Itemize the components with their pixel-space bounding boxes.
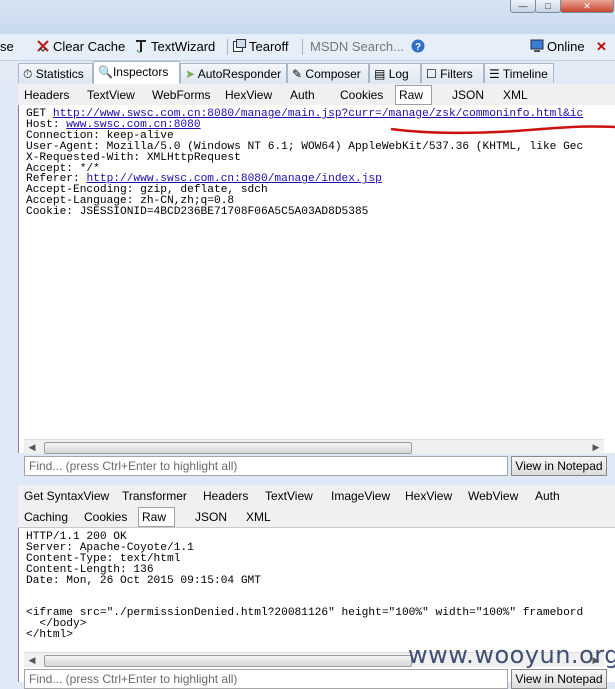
tearoff-icon: [233, 39, 246, 52]
scroll-left-arrow[interactable]: ◀: [26, 653, 38, 667]
request-raw-pane[interactable]: GET http://www.swsc.com.cn:8080/manage/m…: [18, 105, 615, 453]
tab-statistics[interactable]: ⏱ Statistics: [18, 63, 93, 83]
lightning-icon: ➤: [185, 67, 196, 81]
tab-label: Composer: [305, 67, 361, 81]
tab-filters[interactable]: ☐ Filters: [421, 63, 484, 83]
clear-cache-button[interactable]: Clear Cache: [36, 39, 125, 55]
resp-tab-hexview[interactable]: HexView: [405, 487, 452, 505]
maximize-button[interactable]: □: [535, 0, 561, 13]
response-find-input[interactable]: Find... (press Ctrl+Enter to highlight a…: [24, 669, 508, 689]
close-icon[interactable]: ✕: [596, 39, 607, 55]
tab-autoresponder[interactable]: ➤ AutoResponder: [180, 63, 287, 83]
response-html-close: </html>: [26, 629, 73, 642]
red-underline-annotation: [390, 125, 615, 135]
resp-tab-raw[interactable]: Raw: [138, 507, 176, 527]
pencil-icon: ✎: [292, 67, 303, 81]
help-icon-glyph: ?: [411, 39, 425, 53]
tab-inspectors[interactable]: 🔍Inspectors: [93, 61, 180, 84]
window-titlebar: — □ ✕: [0, 0, 615, 34]
stopwatch-icon: ⏱: [23, 67, 33, 81]
resp-tab-imageview[interactable]: ImageView: [331, 487, 390, 505]
req-tab-xml[interactable]: XML: [503, 86, 528, 104]
msdn-search-box[interactable]: MSDN Search...: [310, 39, 404, 55]
response-iframe-line: <iframe src="./permissionDenied.html?200…: [26, 607, 584, 620]
scroll-left-arrow[interactable]: ◀: [26, 440, 38, 454]
help-icon[interactable]: ?: [411, 39, 428, 55]
tab-label: Statistics: [35, 67, 84, 81]
online-status[interactable]: Online: [530, 39, 585, 55]
response-subtabs-row1: Get SyntaxView Transformer Headers TextV…: [18, 485, 615, 507]
req-tab-raw[interactable]: Raw: [395, 85, 433, 105]
response-date: Date: Mon, 26 Oct 2015 09:15:04 GMT: [26, 574, 261, 587]
response-text: HTTP/1.1 200 OK Server: Apache-Coyote/1.…: [26, 531, 584, 642]
req-tab-headers[interactable]: Headers: [24, 86, 69, 104]
header-cookie: Cookie: JSESSIONID=4BCD236BE71708F06A5C5…: [26, 206, 369, 219]
magnifier-icon: 🔍: [98, 65, 113, 79]
tab-label: Inspectors: [112, 65, 169, 79]
close-window-button[interactable]: ✕: [560, 0, 614, 13]
main-tabstrip: ⏱ Statistics 🔍Inspectors ➤ AutoResponder…: [0, 61, 615, 84]
online-label: Online: [547, 39, 585, 54]
tab-label: Timeline: [502, 67, 548, 81]
scroll-thumb[interactable]: [44, 655, 412, 667]
textwizard-icon: [136, 40, 146, 53]
req-tab-cookies[interactable]: Cookies: [340, 86, 383, 104]
request-hscrollbar[interactable]: ◀ ▶: [24, 439, 604, 454]
watermark: www.wooyun.org: [408, 641, 615, 669]
network-icon: [530, 39, 544, 52]
scroll-thumb[interactable]: [44, 442, 412, 454]
toolbar-separator: [302, 39, 303, 55]
log-icon: ▤: [374, 67, 386, 81]
tab-timeline[interactable]: ☰ Timeline: [484, 63, 554, 83]
toolbar-separator: [227, 39, 228, 55]
response-subtabs-row2: Caching Cookies Raw JSON XML: [18, 506, 615, 528]
left-edge-strip: [0, 84, 18, 682]
tearoff-label: Tearoff: [249, 39, 289, 54]
textwizard-label: TextWizard: [151, 39, 216, 54]
resp-tab-transformer[interactable]: Transformer: [122, 487, 187, 505]
resp-tab-json[interactable]: JSON: [195, 508, 227, 526]
tab-composer[interactable]: ✎ Composer: [287, 63, 369, 83]
tab-label: AutoResponder: [197, 67, 282, 81]
request-find-input[interactable]: Find... (press Ctrl+Enter to highlight a…: [24, 456, 508, 476]
resp-tab-cookies[interactable]: Cookies: [84, 508, 127, 526]
minimize-button[interactable]: —: [510, 0, 536, 13]
resp-tab-webview[interactable]: WebView: [468, 487, 518, 505]
resp-tab-caching[interactable]: Caching: [24, 508, 68, 526]
toolbar-truncated-item[interactable]: se: [0, 39, 14, 55]
req-tab-textview[interactable]: TextView: [87, 86, 135, 104]
req-tab-auth[interactable]: Auth: [290, 86, 315, 104]
checkbox-icon: ☐: [426, 67, 437, 81]
resp-tab-headers[interactable]: Headers: [203, 487, 248, 505]
req-tab-json[interactable]: JSON: [452, 86, 484, 104]
tab-label: Log: [388, 67, 409, 81]
textwizard-button[interactable]: TextWizard: [134, 39, 215, 55]
main-toolbar: se Clear Cache TextWizard Tearoff MSDN S…: [0, 34, 615, 61]
resp-tab-textview[interactable]: TextView: [265, 487, 313, 505]
tab-label: Filters: [440, 67, 473, 81]
tab-log[interactable]: ▤ Log: [369, 63, 421, 83]
resp-tab-syntaxview[interactable]: Get SyntaxView: [24, 487, 109, 505]
svg-text:?: ?: [415, 42, 421, 53]
tearoff-button[interactable]: Tearoff: [232, 39, 289, 55]
scroll-right-arrow[interactable]: ▶: [590, 440, 602, 454]
req-tab-hexview[interactable]: HexView: [225, 86, 272, 104]
request-subtabs: Headers TextView WebForms HexView Auth C…: [18, 84, 615, 106]
clear-cache-icon: [37, 40, 49, 52]
req-tab-webforms[interactable]: WebForms: [152, 86, 210, 104]
timeline-icon: ☰: [489, 67, 500, 81]
response-view-in-notepad-button[interactable]: View in Notepad: [511, 669, 607, 689]
request-view-in-notepad-button[interactable]: View in Notepad: [511, 456, 607, 476]
resp-tab-auth[interactable]: Auth: [535, 487, 560, 505]
clear-cache-label: Clear Cache: [53, 39, 126, 54]
resp-tab-xml[interactable]: XML: [246, 508, 271, 526]
